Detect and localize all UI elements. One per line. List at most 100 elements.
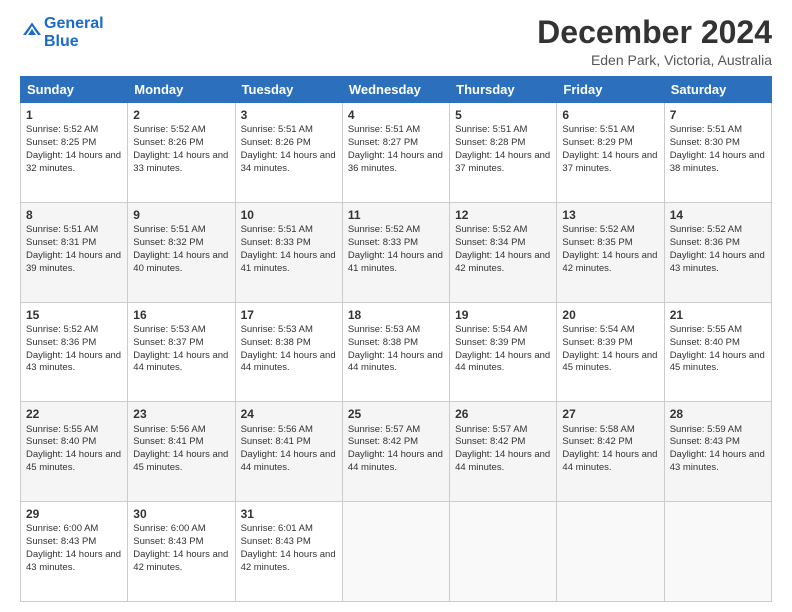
day-number: 15	[26, 307, 122, 323]
day-cell: 1Sunrise: 5:52 AMSunset: 8:25 PMDaylight…	[21, 103, 128, 203]
week-row-2: 8Sunrise: 5:51 AMSunset: 8:31 PMDaylight…	[21, 202, 772, 302]
col-header-saturday: Saturday	[664, 77, 771, 103]
sunset: Sunset: 8:28 PM	[455, 137, 525, 148]
day-cell: 3Sunrise: 5:51 AMSunset: 8:26 PMDaylight…	[235, 103, 342, 203]
day-cell: 14Sunrise: 5:52 AMSunset: 8:36 PMDayligh…	[664, 202, 771, 302]
col-header-thursday: Thursday	[450, 77, 557, 103]
day-number: 10	[241, 207, 337, 223]
daylight: Daylight: 14 hours and 43 minutes.	[670, 250, 765, 274]
sunset: Sunset: 8:37 PM	[133, 337, 203, 348]
daylight: Daylight: 14 hours and 42 minutes.	[562, 250, 657, 274]
sunrise: Sunrise: 5:54 AM	[562, 324, 634, 335]
logo-name: General Blue	[44, 15, 104, 50]
sunrise: Sunrise: 5:51 AM	[26, 224, 98, 235]
col-header-friday: Friday	[557, 77, 664, 103]
daylight: Daylight: 14 hours and 45 minutes.	[670, 350, 765, 374]
day-number: 20	[562, 307, 658, 323]
day-cell: 2Sunrise: 5:52 AMSunset: 8:26 PMDaylight…	[128, 103, 235, 203]
sunrise: Sunrise: 5:56 AM	[241, 424, 313, 435]
day-cell: 31Sunrise: 6:01 AMSunset: 8:43 PMDayligh…	[235, 502, 342, 602]
day-number: 1	[26, 107, 122, 123]
day-cell: 8Sunrise: 5:51 AMSunset: 8:31 PMDaylight…	[21, 202, 128, 302]
sunset: Sunset: 8:26 PM	[133, 137, 203, 148]
day-number: 13	[562, 207, 658, 223]
location: Eden Park, Victoria, Australia	[537, 52, 772, 68]
sunrise: Sunrise: 5:51 AM	[133, 224, 205, 235]
daylight: Daylight: 14 hours and 45 minutes.	[133, 449, 228, 473]
day-cell: 5Sunrise: 5:51 AMSunset: 8:28 PMDaylight…	[450, 103, 557, 203]
day-cell: 15Sunrise: 5:52 AM Sunset: 8:36 PM Dayligh…	[21, 302, 128, 402]
sunrise: Sunrise: 6:00 AM	[26, 523, 98, 534]
day-cell	[342, 502, 449, 602]
day-number: 27	[562, 406, 658, 422]
week-row-4: 22Sunrise: 5:55 AMSunset: 8:40 PMDayligh…	[21, 402, 772, 502]
sunset: Sunset: 8:31 PM	[26, 237, 96, 248]
day-cell	[450, 502, 557, 602]
logo-icon	[22, 20, 42, 40]
day-cell: 21Sunrise: 5:55 AMSunset: 8:40 PMDayligh…	[664, 302, 771, 402]
day-cell: 9Sunrise: 5:51 AMSunset: 8:32 PMDaylight…	[128, 202, 235, 302]
sunset: Sunset: 8:36 PM	[26, 337, 96, 348]
col-header-sunday: Sunday	[21, 77, 128, 103]
sunset: Sunset: 8:38 PM	[348, 337, 418, 348]
daylight: Daylight: 14 hours and 43 minutes.	[26, 350, 121, 374]
day-number: 7	[670, 107, 766, 123]
sunset: Sunset: 8:30 PM	[670, 137, 740, 148]
daylight: Daylight: 14 hours and 41 minutes.	[241, 250, 336, 274]
calendar-table: SundayMondayTuesdayWednesdayThursdayFrid…	[20, 76, 772, 602]
day-cell	[664, 502, 771, 602]
daylight: Daylight: 14 hours and 44 minutes.	[562, 449, 657, 473]
sunrise: Sunrise: 5:51 AM	[562, 124, 634, 135]
col-header-monday: Monday	[128, 77, 235, 103]
daylight: Daylight: 14 hours and 33 minutes.	[133, 150, 228, 174]
day-number: 31	[241, 506, 337, 522]
week-row-1: 1Sunrise: 5:52 AMSunset: 8:25 PMDaylight…	[21, 103, 772, 203]
day-cell: 13Sunrise: 5:52 AMSunset: 8:35 PMDayligh…	[557, 202, 664, 302]
daylight: Daylight: 14 hours and 42 minutes.	[241, 549, 336, 573]
day-cell: 12Sunrise: 5:52 AMSunset: 8:34 PMDayligh…	[450, 202, 557, 302]
sunrise: Sunrise: 5:51 AM	[241, 124, 313, 135]
daylight: Daylight: 14 hours and 44 minutes.	[241, 350, 336, 374]
daylight: Daylight: 14 hours and 32 minutes.	[26, 150, 121, 174]
day-number: 28	[670, 406, 766, 422]
day-cell: 24Sunrise: 5:56 AMSunset: 8:41 PMDayligh…	[235, 402, 342, 502]
sunset: Sunset: 8:32 PM	[133, 237, 203, 248]
sunset: Sunset: 8:42 PM	[562, 436, 632, 447]
sunset: Sunset: 8:43 PM	[26, 536, 96, 547]
day-number: 8	[26, 207, 122, 223]
daylight: Daylight: 14 hours and 34 minutes.	[241, 150, 336, 174]
sunrise: Sunrise: 5:54 AM	[455, 324, 527, 335]
sunrise: Sunrise: 5:55 AM	[670, 324, 742, 335]
day-cell: 28Sunrise: 5:59 AMSunset: 8:43 PMDayligh…	[664, 402, 771, 502]
daylight: Daylight: 14 hours and 38 minutes.	[670, 150, 765, 174]
sunset: Sunset: 8:40 PM	[26, 436, 96, 447]
sunrise: Sunrise: 5:56 AM	[133, 424, 205, 435]
col-header-wednesday: Wednesday	[342, 77, 449, 103]
sunrise: Sunrise: 5:52 AM	[26, 324, 98, 335]
logo: General Blue	[20, 15, 104, 50]
day-number: 21	[670, 307, 766, 323]
sunset: Sunset: 8:39 PM	[455, 337, 525, 348]
daylight: Daylight: 14 hours and 45 minutes.	[562, 350, 657, 374]
sunset: Sunset: 8:34 PM	[455, 237, 525, 248]
sunset: Sunset: 8:35 PM	[562, 237, 632, 248]
day-number: 5	[455, 107, 551, 123]
sunrise: Sunrise: 5:52 AM	[348, 224, 420, 235]
day-cell: 19Sunrise: 5:54 AMSunset: 8:39 PMDayligh…	[450, 302, 557, 402]
day-cell: 25Sunrise: 5:57 AMSunset: 8:42 PMDayligh…	[342, 402, 449, 502]
daylight: Daylight: 14 hours and 43 minutes.	[670, 449, 765, 473]
daylight: Daylight: 14 hours and 44 minutes.	[348, 449, 443, 473]
sunset: Sunset: 8:36 PM	[670, 237, 740, 248]
day-cell: 27Sunrise: 5:58 AMSunset: 8:42 PMDayligh…	[557, 402, 664, 502]
sunrise: Sunrise: 5:52 AM	[455, 224, 527, 235]
sunset: Sunset: 8:41 PM	[133, 436, 203, 447]
header: General Blue December 2024 Eden Park, Vi…	[20, 15, 772, 68]
sunset: Sunset: 8:29 PM	[562, 137, 632, 148]
day-cell: 11Sunrise: 5:52 AMSunset: 8:33 PMDayligh…	[342, 202, 449, 302]
sunset: Sunset: 8:43 PM	[670, 436, 740, 447]
day-cell	[557, 502, 664, 602]
sunrise: Sunrise: 5:52 AM	[26, 124, 98, 135]
day-cell: 4Sunrise: 5:51 AMSunset: 8:27 PMDaylight…	[342, 103, 449, 203]
page: General Blue December 2024 Eden Park, Vi…	[0, 0, 792, 612]
sunrise: Sunrise: 5:53 AM	[241, 324, 313, 335]
